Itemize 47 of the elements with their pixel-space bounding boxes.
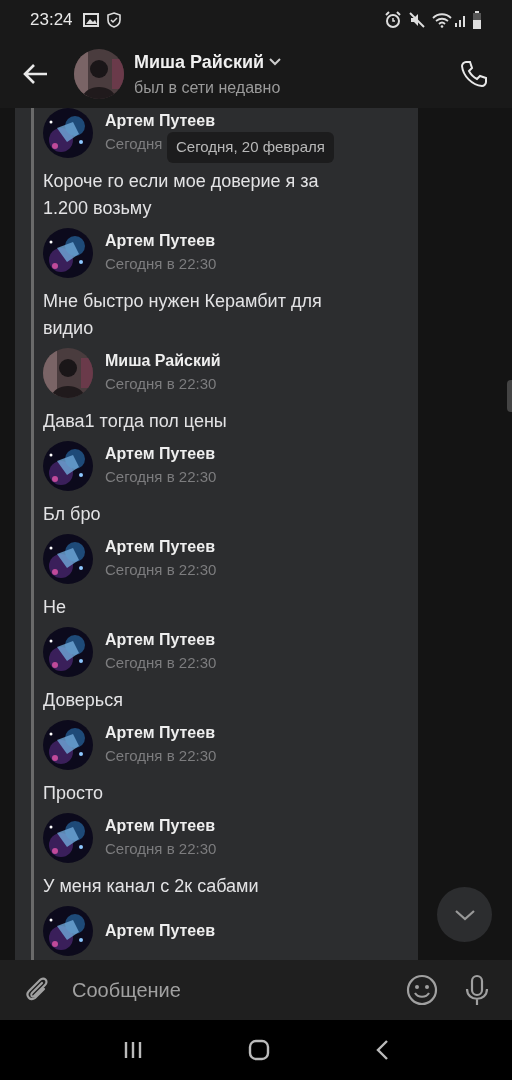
message-time: Сегодня в 22:30 — [105, 653, 217, 673]
message-text: Доверься — [43, 689, 124, 712]
alarm-icon — [384, 11, 402, 29]
chevron-down-icon[interactable] — [453, 908, 476, 921]
call-button[interactable] — [458, 58, 490, 90]
message-time: Сегодня — [105, 134, 163, 154]
author-name[interactable]: Артем Путеев — [105, 722, 215, 744]
message-text: Не — [43, 596, 67, 619]
author-name[interactable]: Артем Путеев — [105, 536, 215, 558]
online-status: был в сети недавно — [134, 77, 282, 98]
author-name[interactable]: Артем Путеев — [105, 815, 215, 837]
avatar[interactable] — [74, 49, 124, 99]
message-text: Мне быстро нужен Керамбит для видио — [43, 290, 323, 340]
status-time: 23:24 — [30, 9, 73, 32]
shield-icon — [106, 12, 121, 28]
author-name[interactable]: Артем Путеев — [105, 920, 215, 942]
author-name[interactable]: Артем Путеев — [105, 443, 215, 465]
home-button[interactable] — [248, 1039, 270, 1061]
message-input[interactable]: Сообщение — [72, 975, 406, 1005]
message-time: Сегодня в 22:30 — [105, 839, 217, 859]
message-time: Сегодня в 22:30 — [105, 560, 217, 580]
message-text: Просто — [43, 782, 104, 805]
message-time: Сегодня в 22:30 — [105, 374, 217, 394]
message-text: Дава1 тогда пол цены — [43, 410, 228, 433]
battery-icon — [472, 11, 482, 29]
recent-apps-button[interactable] — [122, 1041, 143, 1059]
date-badge: Сегодня, 20 февраля — [167, 132, 334, 163]
message-text: Бл бро — [43, 503, 102, 526]
author-name[interactable]: Артем Путеев — [105, 230, 215, 252]
image-icon — [82, 13, 99, 27]
microphone-icon[interactable] — [464, 974, 490, 1006]
message-text: Короче го если мое доверие я за 1.200 возьму — [43, 170, 320, 220]
message-time: Сегодня в 22:30 — [105, 746, 217, 766]
author-name[interactable]: Артем Путеев — [105, 629, 215, 651]
chat-title[interactable]: Миша Райский — [134, 48, 265, 76]
chevron-down-icon[interactable] — [269, 58, 282, 66]
message-time: Сегодня в 22:30 — [105, 467, 217, 487]
author-name[interactable]: Артем Путеев — [105, 110, 215, 132]
emoji-icon[interactable] — [406, 974, 438, 1006]
mute-icon — [408, 11, 426, 29]
message-text: У меня канал с 2к сабами — [43, 875, 260, 898]
scrollbar-thumb[interactable] — [507, 380, 512, 412]
wifi-icon — [432, 12, 452, 28]
message-composer[interactable]: Сообщение — [0, 960, 512, 1020]
message-time: Сегодня в 22:30 — [105, 254, 217, 274]
back-nav-button[interactable] — [375, 1039, 390, 1061]
author-name[interactable]: Миша Райский — [105, 350, 221, 372]
